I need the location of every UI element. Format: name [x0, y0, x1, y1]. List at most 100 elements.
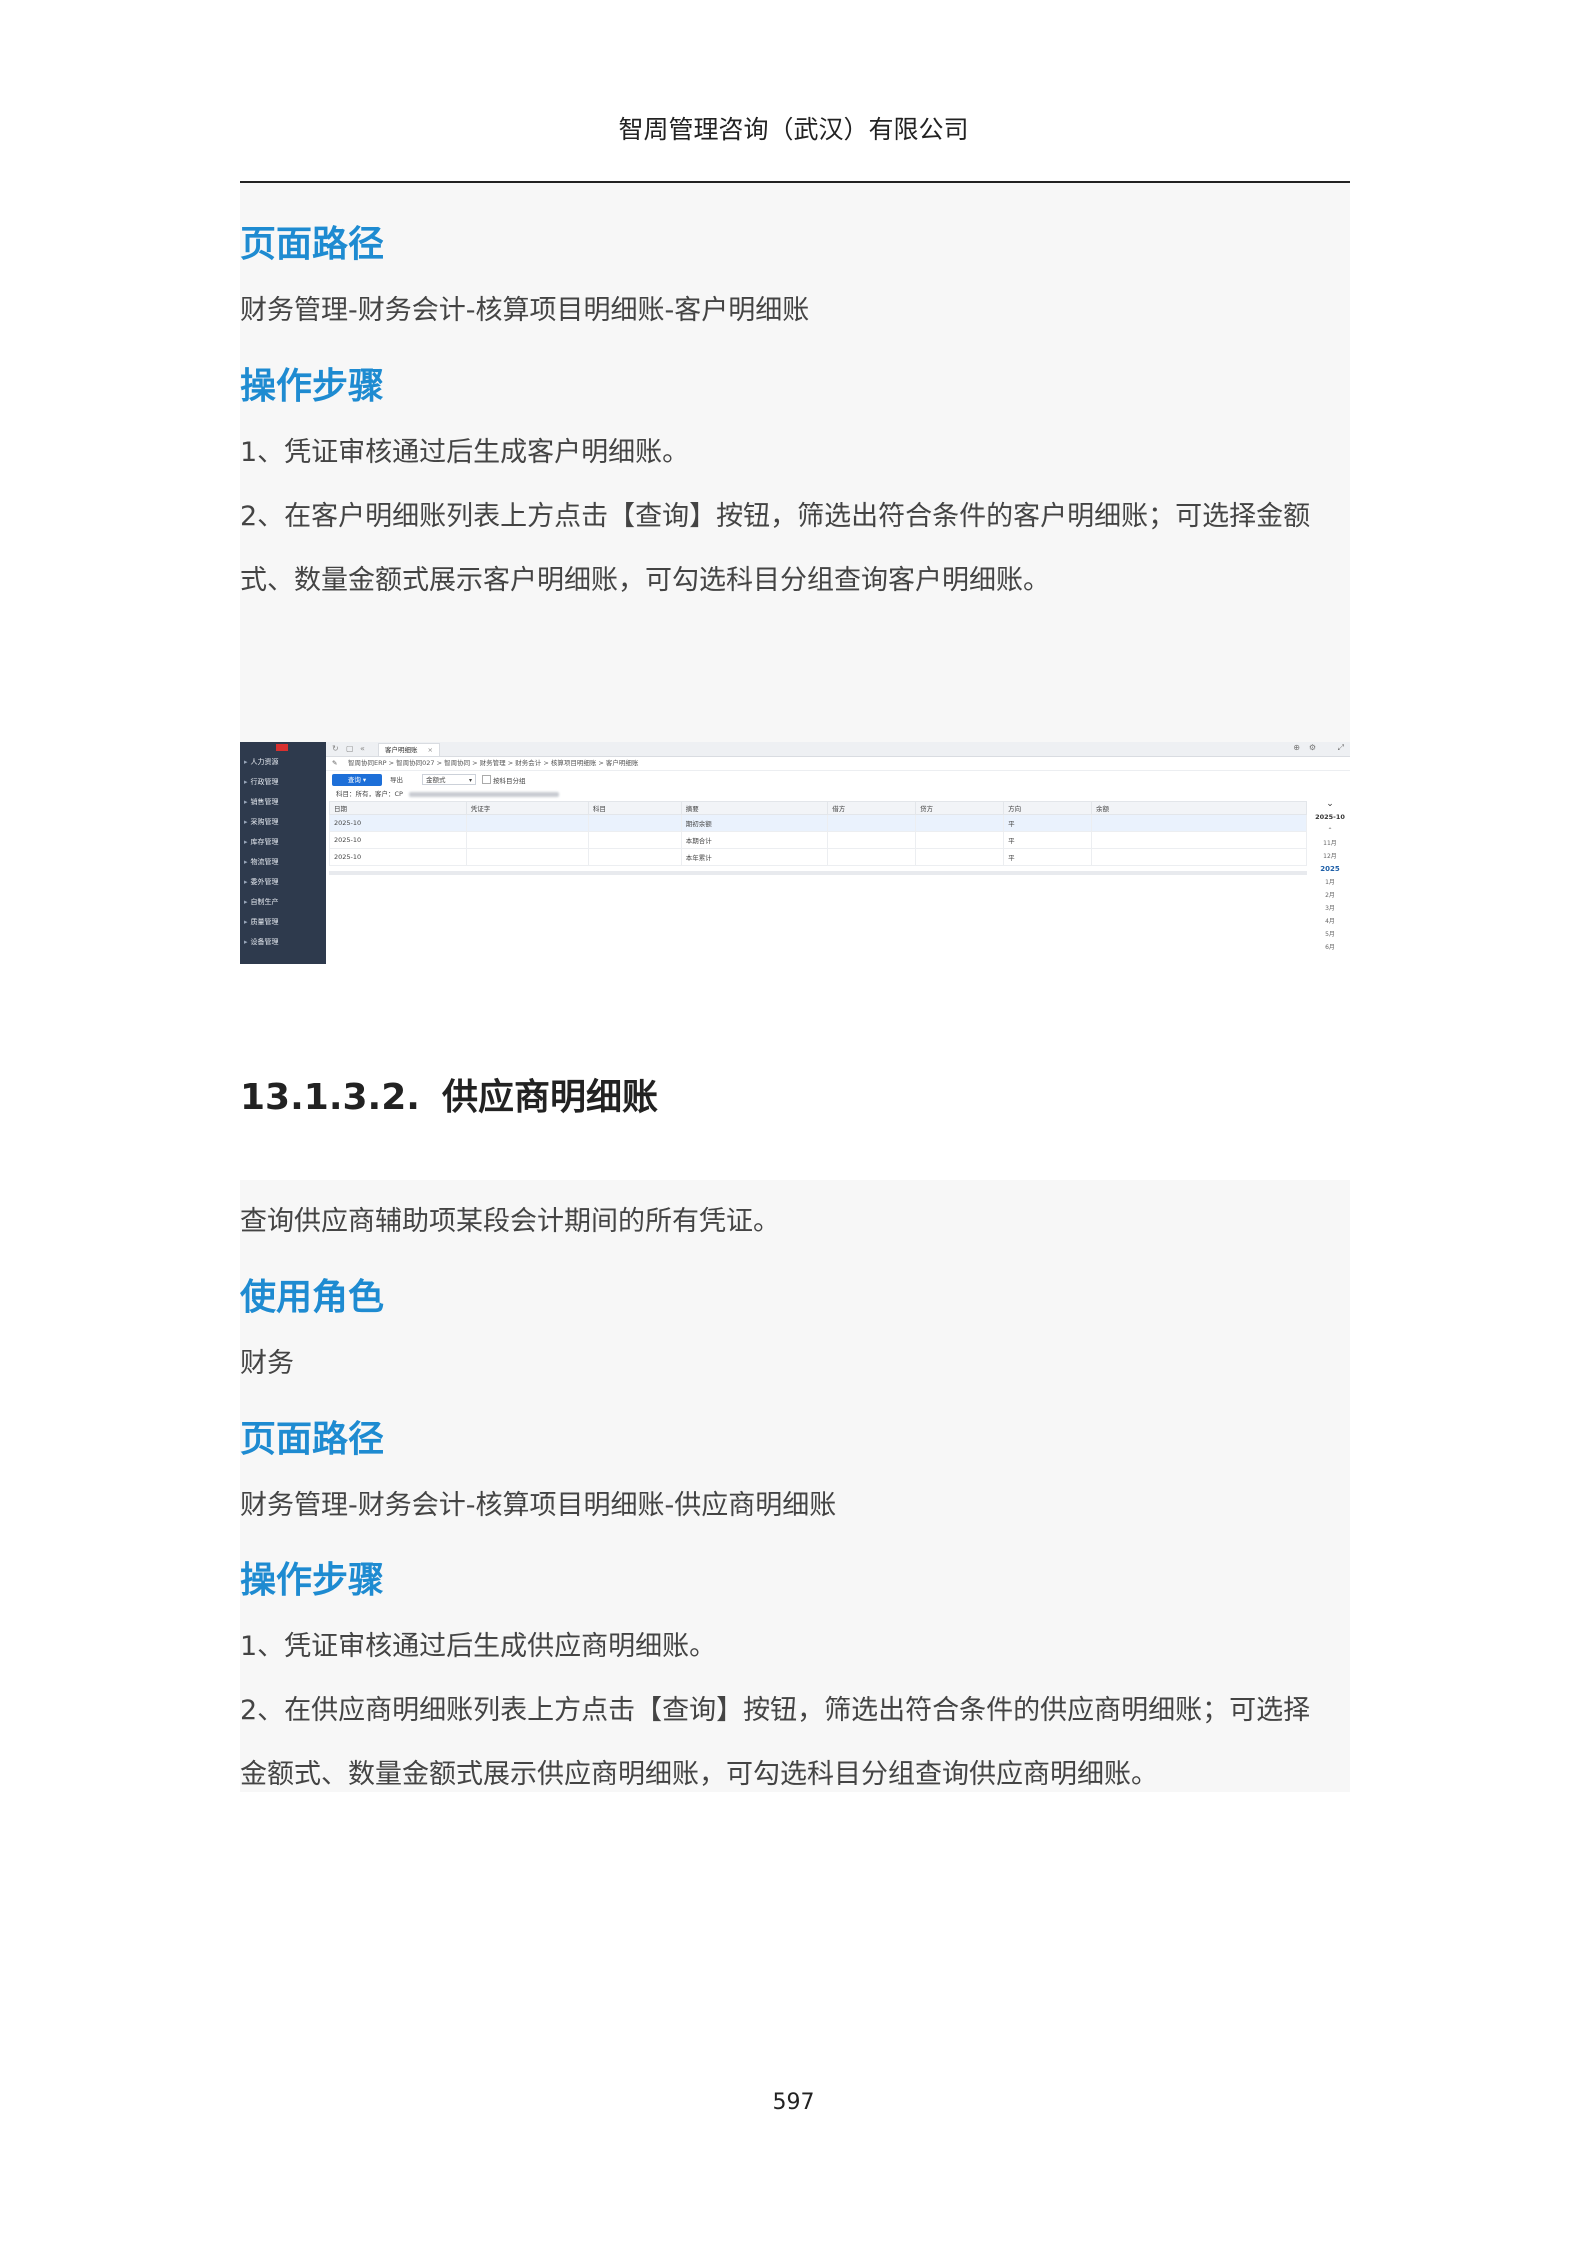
- close-icon[interactable]: ×: [428, 746, 433, 754]
- settings-icon[interactable]: ⚙: [1309, 743, 1316, 752]
- calendar-year[interactable]: 2025: [1310, 863, 1350, 876]
- supplier-path-heading: 页面路径: [240, 1419, 385, 1460]
- sidebar-item-admin[interactable]: 行政管理: [244, 777, 279, 787]
- supplier-step-1: 1、凭证审核通过后生成供应商明细账。: [240, 1631, 717, 1662]
- query-button[interactable]: 查询 ▾: [332, 774, 382, 786]
- cell-date: 2025-10: [329, 848, 467, 866]
- current-period: 2025-10: [1315, 813, 1345, 821]
- col-summary[interactable]: 摘要: [680, 801, 829, 815]
- sidebar-item-hr[interactable]: 人力资源: [244, 757, 279, 767]
- filter-text: 科目：所有，客户：CP: [336, 790, 403, 798]
- calendar-month[interactable]: 5月: [1310, 928, 1350, 941]
- cell-credit: [915, 831, 1005, 849]
- window-icon[interactable]: ▢: [346, 744, 354, 753]
- cell-direction: 平: [1003, 848, 1093, 866]
- cell-debit: [827, 848, 917, 866]
- tab-label: 客户明细账: [385, 746, 418, 754]
- cell-balance: [1091, 848, 1307, 866]
- calendar-month[interactable]: 6月: [1310, 941, 1350, 954]
- cell-voucher: [465, 848, 589, 866]
- horizontal-scrollbar[interactable]: [329, 871, 1307, 875]
- tab-customer-ledger[interactable]: 客户明细账 ×: [378, 743, 440, 756]
- header-company: 智周管理咨询（武汉）有限公司: [618, 115, 969, 144]
- sidebar-item-inventory[interactable]: 库存管理: [244, 837, 279, 847]
- cell-summary: 本期合计: [680, 831, 829, 849]
- query-button-label: 查询: [347, 776, 361, 784]
- calendar-month[interactable]: 1月: [1310, 876, 1350, 889]
- cell-subject: [587, 848, 682, 866]
- cell-subject: [587, 814, 682, 832]
- refresh-icon[interactable]: ↻: [332, 744, 339, 753]
- sidebar-item-sales[interactable]: 销售管理: [244, 797, 279, 807]
- role-text: 财务: [240, 1348, 294, 1379]
- calendar-month[interactable]: 2月: [1310, 889, 1350, 902]
- sidebar-item-production[interactable]: 自制生产: [244, 897, 279, 907]
- supplier-step-2-line-1: 2、在供应商明细账列表上方点击【查询】按钮，筛选出符合条件的供应商明细账；可选择: [240, 1695, 1311, 1726]
- path-text: 财务管理-财务会计-核算项目明细账-客户明细账: [240, 295, 810, 326]
- table-row[interactable]: 2025-10 期初余额 平: [329, 814, 1307, 832]
- expand-icon[interactable]: ⤢: [1338, 743, 1344, 753]
- col-direction[interactable]: 方向: [1003, 801, 1093, 815]
- breadcrumb: ✎ 智周协同ERP > 智周协同027 > 智周协同 > 财务管理 > 财务会计…: [326, 756, 1350, 771]
- cell-summary: 期初余额: [680, 814, 829, 832]
- sidebar-item-quality[interactable]: 质量管理: [244, 917, 279, 927]
- period-calendar: ⌄ 2025-10 ⌃ 11月 12月 2025 1月 2月 3月 4月 5月 …: [1310, 798, 1350, 964]
- cell-balance: [1091, 814, 1307, 832]
- toolbar: 查询 ▾ 导出 金额式 ▾ 按科目分组: [326, 770, 1350, 788]
- ledger-table: 日期 凭证字 科目 摘要 借方 贷方 方向 余额 2025-10 期初余额平 20…: [329, 801, 1307, 866]
- col-debit[interactable]: 借方: [827, 801, 917, 815]
- steps-heading: 操作步骤: [240, 366, 385, 407]
- step-2-line-2: 式、数量金额式展示客户明细账，可勾选科目分组查询客户明细账。: [240, 565, 1050, 596]
- checkbox-label: 按科目分组: [493, 777, 526, 785]
- section-title-text: 供应商明细账: [441, 1077, 658, 1118]
- cell-debit: [827, 831, 917, 849]
- sidebar-item-outsourcing[interactable]: 委外管理: [244, 877, 279, 887]
- cell-credit: [915, 814, 1005, 832]
- col-date[interactable]: 日期: [329, 801, 467, 815]
- table-row[interactable]: 2025-10 本期合计 平: [329, 831, 1307, 849]
- sidebar: 人力资源 行政管理 销售管理 采购管理 库存管理 物流管理 委外管理 自制生产 …: [240, 742, 326, 964]
- col-balance[interactable]: 余额: [1091, 801, 1307, 815]
- cell-summary: 本年累计: [680, 848, 829, 866]
- sidebar-item-logistics[interactable]: 物流管理: [244, 857, 279, 867]
- cell-voucher: [465, 831, 589, 849]
- fullscreen-icon[interactable]: ⊕: [1293, 743, 1300, 752]
- chevron-up-icon[interactable]: ⌃: [1310, 824, 1350, 837]
- role-heading: 使用角色: [240, 1277, 385, 1318]
- table-row[interactable]: 2025-10 本年累计 平: [329, 848, 1307, 866]
- step-1: 1、凭证审核通过后生成客户明细账。: [240, 437, 690, 468]
- calendar-month[interactable]: 3月: [1310, 902, 1350, 915]
- table-header-row: 日期 凭证字 科目 摘要 借方 贷方 方向 余额: [329, 801, 1307, 815]
- blurred-text: [408, 791, 559, 797]
- path-heading: 页面路径: [240, 224, 385, 265]
- chevron-double-down-icon[interactable]: ⌄: [1310, 798, 1350, 811]
- group-by-subject-checkbox[interactable]: 按科目分组: [482, 775, 526, 785]
- chevron-down-icon: ▾: [468, 777, 472, 784]
- filter-summary: 科目：所有，客户：CP: [326, 788, 1350, 801]
- logo: [276, 744, 288, 751]
- format-select-value: 金额式: [426, 776, 446, 784]
- supplier-steps-heading: 操作步骤: [240, 1560, 385, 1601]
- step-2-line-1: 2、在客户明细账列表上方点击【查询】按钮，筛选出符合条件的客户明细账；可选择金额: [240, 501, 1311, 532]
- cell-credit: [915, 848, 1005, 866]
- col-subject[interactable]: 科目: [587, 801, 682, 815]
- cell-subject: [587, 831, 682, 849]
- collapse-icon[interactable]: «: [360, 744, 365, 753]
- cell-direction: 平: [1003, 814, 1093, 832]
- export-button[interactable]: 导出: [390, 774, 403, 786]
- col-credit[interactable]: 贷方: [915, 801, 1005, 815]
- tab-bar: ↻ ▢ « 客户明细账 × ⊕ ⚙ ⤢: [326, 742, 1350, 757]
- cell-direction: 平: [1003, 831, 1093, 849]
- calendar-month[interactable]: 4月: [1310, 915, 1350, 928]
- calendar-item[interactable]: 11月: [1310, 837, 1350, 850]
- sidebar-item-equipment[interactable]: 设备管理: [244, 937, 279, 947]
- pin-icon[interactable]: ✎: [332, 756, 337, 770]
- col-voucher[interactable]: 凭证字: [465, 801, 589, 815]
- checkbox-box[interactable]: [482, 775, 491, 784]
- format-select[interactable]: 金额式 ▾: [422, 774, 476, 785]
- sidebar-item-purchase[interactable]: 采购管理: [244, 817, 279, 827]
- section-description: 查询供应商辅助项某段会计期间的所有凭证。: [240, 1206, 780, 1237]
- cell-voucher: [465, 814, 589, 832]
- calendar-item[interactable]: 12月: [1310, 850, 1350, 863]
- app-screenshot: 人力资源 行政管理 销售管理 采购管理 库存管理 物流管理 委外管理 自制生产 …: [240, 742, 1350, 964]
